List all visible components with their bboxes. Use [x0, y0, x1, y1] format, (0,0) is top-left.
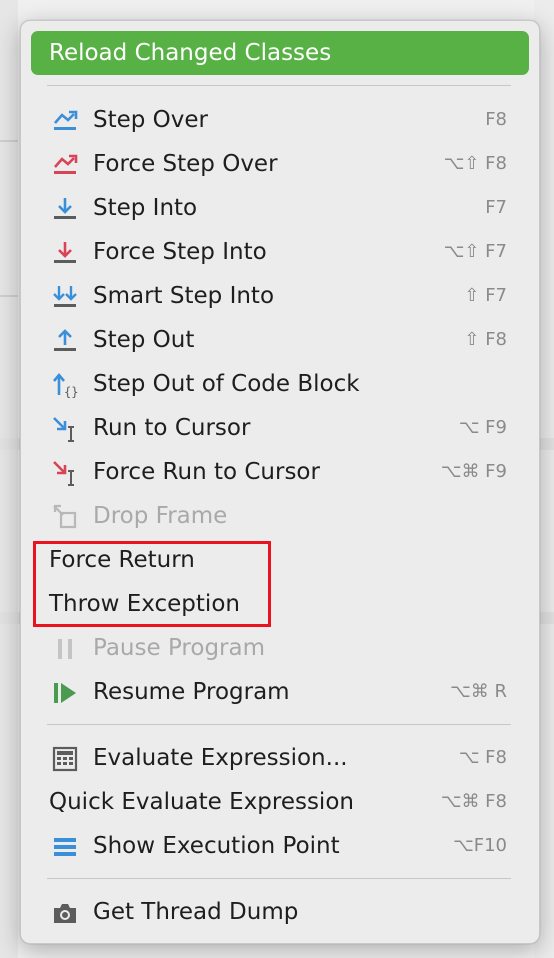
- menu-item-drop-frame: Drop Frame: [21, 494, 539, 538]
- menu-item-force-run-to-cursor[interactable]: Force Run to Cursor ⌥⌘ F9: [21, 450, 539, 494]
- menu-item-label: Show Execution Point: [93, 833, 340, 859]
- menu-item-step-out-of-code-block[interactable]: {} Step Out of Code Block: [21, 362, 539, 406]
- menu-item-shortcut: ⌥F10: [453, 835, 507, 856]
- menu-item-shortcut: F7: [485, 197, 507, 218]
- menu-item-quick-evaluate-expression[interactable]: Quick Evaluate Expression ⌥⌘ F8: [21, 780, 539, 824]
- menu-item-shortcut: ⌥⌘ F8: [440, 791, 507, 812]
- reload-changed-classes-label: Reload Changed Classes: [49, 40, 332, 66]
- resume-icon: [51, 679, 79, 707]
- force-run-to-cursor-icon: [51, 459, 79, 487]
- menu-item-shortcut: ⌥⌘ F9: [440, 461, 507, 482]
- step-into-icon: [51, 195, 79, 223]
- drop-frame-icon: [51, 503, 79, 531]
- menu-item-get-thread-dump[interactable]: Get Thread Dump: [21, 890, 539, 934]
- menu-item-show-execution-point[interactable]: Show Execution Point ⌥F10: [21, 824, 539, 868]
- camera-icon: [51, 899, 79, 927]
- debug-context-menu: Reload Changed Classes Step Over F8 Forc…: [20, 20, 540, 944]
- menu-item-label: Resume Program: [93, 679, 290, 705]
- menu-item-shortcut: ⇧ F7: [464, 285, 507, 306]
- background-window-left: [0, 0, 18, 958]
- force-step-into-icon: [51, 239, 79, 267]
- menu-item-evaluate-expression[interactable]: Evaluate Expression... ⌥ F8: [21, 736, 539, 780]
- menu-item-label: Get Thread Dump: [93, 899, 299, 925]
- menu-item-label: Force Run to Cursor: [93, 459, 320, 485]
- menu-item-step-over[interactable]: Step Over F8: [21, 98, 539, 142]
- menu-item-label: Step Out of Code Block: [93, 371, 360, 397]
- menu-item-label: Force Step Over: [93, 151, 278, 177]
- menu-item-smart-step-into[interactable]: Smart Step Into ⇧ F7: [21, 274, 539, 318]
- calculator-icon: [51, 745, 79, 773]
- menu-item-label: Quick Evaluate Expression: [49, 789, 354, 815]
- menu-item-shortcut: F8: [485, 109, 507, 130]
- menu-item-label: Run to Cursor: [93, 415, 251, 441]
- menu-separator: [47, 724, 511, 725]
- menu-item-label: Step Out: [93, 327, 195, 353]
- step-out-icon: [51, 327, 79, 355]
- menu-item-label: Step Into: [93, 195, 198, 221]
- menu-item-shortcut: ⌥⇧ F8: [443, 153, 507, 174]
- reload-changed-classes-item[interactable]: Reload Changed Classes: [31, 31, 529, 75]
- background-divider: [0, 295, 18, 297]
- menu-item-shortcut: ⌥ F9: [458, 417, 507, 438]
- menu-item-shortcut: ⌥⇧ F7: [443, 241, 507, 262]
- menu-item-label: Pause Program: [93, 635, 265, 661]
- annotation-highlight-box: [33, 541, 271, 627]
- menu-item-label: Force Step Into: [93, 239, 267, 265]
- svg-text:{}: {}: [64, 385, 78, 399]
- step-over-icon: [51, 107, 79, 135]
- menu-item-label: Step Over: [93, 107, 208, 133]
- menu-item-resume-program[interactable]: Resume Program ⌥⌘ R: [21, 670, 539, 714]
- menu-item-force-step-over[interactable]: Force Step Over ⌥⇧ F8: [21, 142, 539, 186]
- menu-item-pause-program: Pause Program: [21, 626, 539, 670]
- menu-item-step-out[interactable]: Step Out ⇧ F8: [21, 318, 539, 362]
- menu-item-label: Drop Frame: [93, 503, 228, 529]
- menu-item-label: Evaluate Expression...: [93, 745, 348, 771]
- smart-step-into-icon: [51, 283, 79, 311]
- step-out-code-block-icon: {}: [51, 371, 79, 399]
- menu-item-shortcut: ⌥ F8: [458, 747, 507, 768]
- run-to-cursor-icon: [51, 415, 79, 443]
- menu-separator: [47, 878, 511, 879]
- pause-icon: [51, 635, 79, 663]
- menu-item-step-into[interactable]: Step Into F7: [21, 186, 539, 230]
- force-step-over-icon: [51, 151, 79, 179]
- menu-item-run-to-cursor[interactable]: Run to Cursor ⌥ F9: [21, 406, 539, 450]
- menu-item-shortcut: ⌥⌘ R: [450, 681, 507, 702]
- menu-item-label: Smart Step Into: [93, 283, 275, 309]
- background-divider: [0, 140, 18, 142]
- menu-item-force-step-into[interactable]: Force Step Into ⌥⇧ F7: [21, 230, 539, 274]
- menu-separator: [47, 85, 511, 86]
- execution-point-icon: [51, 833, 79, 861]
- menu-item-shortcut: ⇧ F8: [464, 329, 507, 350]
